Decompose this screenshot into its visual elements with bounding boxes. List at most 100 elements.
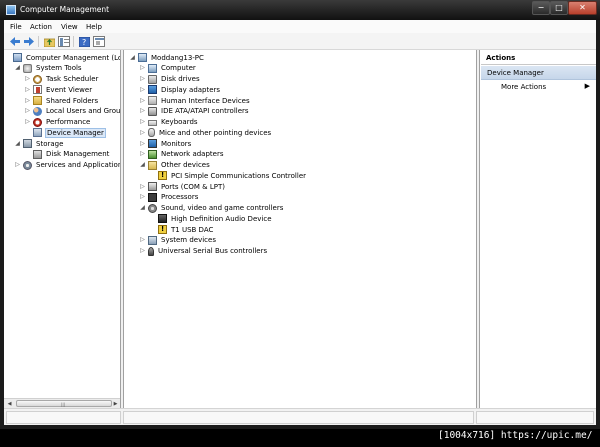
expand-arrow-icon[interactable]: ▷: [24, 96, 31, 106]
up-folder-icon[interactable]: [43, 36, 55, 47]
tree-item-label: Sound, video and game controllers: [161, 204, 284, 212]
scroll-left-arrow-icon[interactable]: ◀: [5, 400, 14, 408]
expand-arrow-icon[interactable]: ▷: [24, 74, 31, 84]
tree-item[interactable]: ◢ Other devices: [139, 160, 211, 171]
tree-item[interactable]: ▷ IDE ATA/ATAPI controllers: [139, 106, 250, 117]
tree-item[interactable]: ▷ Disk drives: [139, 74, 201, 85]
show-hide-tree-icon[interactable]: [58, 36, 70, 47]
more-actions-label: More Actions: [501, 83, 547, 91]
collapse-arrow-icon[interactable]: ◢: [14, 139, 21, 149]
tree-item[interactable]: Computer Management (Local: [4, 52, 120, 63]
tree-item[interactable]: ▷ Shared Folders: [24, 95, 99, 106]
tree-item[interactable]: ▷ Human Interface Devices: [139, 95, 251, 106]
title-bar[interactable]: Computer Management − □ ✕: [0, 0, 600, 20]
minimize-button[interactable]: −: [532, 1, 550, 15]
expand-arrow-icon[interactable]: ▷: [139, 139, 146, 149]
collapse-arrow-icon[interactable]: ◢: [139, 160, 146, 170]
maximize-button[interactable]: □: [550, 1, 568, 15]
tree-item-label: High Definition Audio Device: [171, 214, 272, 223]
computer-icon: [148, 63, 157, 73]
expand-arrow-icon[interactable]: ▷: [24, 106, 31, 116]
status-cell: [476, 411, 594, 424]
expand-arrow-icon[interactable]: ▷: [139, 106, 146, 116]
tree-item-label: Services and Applications: [36, 161, 121, 169]
expand-arrow-icon[interactable]: ▷: [139, 74, 146, 84]
tree-item[interactable]: Device Manager: [24, 127, 106, 138]
expand-arrow-icon[interactable]: ▷: [139, 128, 146, 138]
forward-arrow-icon[interactable]: [23, 36, 35, 47]
other-devices-icon: [148, 160, 157, 170]
collapse-arrow-icon[interactable]: ◢: [129, 53, 136, 63]
expand-arrow-icon[interactable]: ▷: [24, 85, 31, 95]
expand-arrow-icon[interactable]: ▷: [139, 85, 146, 95]
expand-arrow-icon[interactable]: ▷: [139, 96, 146, 106]
monitor-icon: [148, 139, 157, 148]
pane-splitter-left[interactable]: [121, 50, 124, 408]
tree-item[interactable]: ▷ Services and Applications: [14, 160, 121, 171]
tree-item[interactable]: ◢ Sound, video and game controllers: [139, 203, 284, 214]
help-icon[interactable]: ?: [78, 36, 90, 47]
menu-bar: File Action View Help: [4, 20, 596, 33]
actions-section-device-manager[interactable]: Device Manager: [481, 66, 596, 80]
tree-item[interactable]: ◢ System Tools: [14, 63, 83, 74]
expand-arrow-icon[interactable]: ▷: [139, 235, 146, 245]
tree-item[interactable]: ▷ Keyboards: [139, 117, 199, 128]
tree-item[interactable]: ▷ Network adapters: [139, 149, 225, 160]
expand-arrow-icon[interactable]: ▷: [139, 63, 146, 73]
scroll-thumb[interactable]: |||: [16, 400, 112, 407]
tree-item-label: System Tools: [36, 64, 82, 73]
tree-item[interactable]: ▷ System devices: [139, 235, 217, 246]
tree-item-label: Ports (COM & LPT): [161, 182, 225, 191]
menu-file[interactable]: File: [10, 23, 22, 31]
tree-item[interactable]: PCI Simple Communications Controller: [149, 170, 307, 181]
actions-header: Actions: [481, 50, 596, 65]
shared-folders-icon: [33, 96, 42, 105]
expand-arrow-icon[interactable]: ▷: [139, 117, 146, 127]
tree-item[interactable]: ▷ Universal Serial Bus controllers: [139, 246, 268, 257]
computer-management-icon: [6, 5, 16, 15]
tree-item[interactable]: ▷ Task Scheduler: [24, 74, 99, 85]
pane-splitter-right[interactable]: [477, 50, 480, 408]
collapse-arrow-icon[interactable]: ◢: [14, 63, 21, 73]
close-button[interactable]: ✕: [568, 1, 597, 15]
collapse-arrow-icon[interactable]: ◢: [139, 203, 146, 213]
back-arrow-icon[interactable]: [9, 36, 21, 47]
more-actions-item[interactable]: More Actions ▶: [481, 80, 596, 93]
warning-device-icon: [158, 225, 167, 234]
tree-item[interactable]: Disk Management: [24, 149, 110, 160]
horizontal-scrollbar[interactable]: ◀ ||| ▶: [4, 398, 120, 408]
tree-item-label: Monitors: [161, 139, 192, 148]
tree-item[interactable]: ▷ Performance: [24, 117, 91, 128]
tree-item[interactable]: T1 USB DAC: [149, 224, 214, 235]
tree-item[interactable]: ◢ Moddang13-PC: [129, 52, 205, 63]
tree-item[interactable]: High Definition Audio Device: [149, 213, 273, 224]
tree-item-label: Event Viewer: [46, 85, 93, 94]
tree-item[interactable]: ▷ Ports (COM & LPT): [139, 181, 226, 192]
expand-arrow-icon[interactable]: ▷: [14, 160, 21, 170]
expand-arrow-icon[interactable]: ▷: [139, 149, 146, 159]
menu-view[interactable]: View: [61, 23, 78, 31]
tree-item[interactable]: ▷ Computer: [139, 63, 197, 74]
expand-arrow-icon[interactable]: ▷: [139, 182, 146, 192]
usb-icon: [148, 246, 154, 256]
expand-arrow-icon[interactable]: ▷: [139, 246, 146, 256]
tree-item-label: Mice and other pointing devices: [159, 128, 272, 137]
tree-item[interactable]: ▷ Event Viewer: [24, 84, 93, 95]
tree-item[interactable]: ▷ Mice and other pointing devices: [139, 127, 272, 138]
menu-action[interactable]: Action: [30, 23, 52, 31]
expand-arrow-icon[interactable]: ▷: [139, 192, 146, 202]
properties-icon[interactable]: [93, 36, 105, 47]
keyboard-icon: [148, 120, 157, 126]
expand-arrow-icon[interactable]: ▷: [24, 117, 31, 127]
display-adapter-icon: [148, 85, 157, 95]
tree-item[interactable]: ◢ Storage: [14, 138, 64, 149]
menu-help[interactable]: Help: [86, 23, 102, 31]
tree-item[interactable]: ▷ Local Users and Groups: [24, 106, 120, 117]
scroll-right-arrow-icon[interactable]: ▶: [111, 400, 120, 408]
tree-item[interactable]: ▷ Display adapters: [139, 84, 221, 95]
tree-item[interactable]: ▷ Monitors: [139, 138, 192, 149]
tree-item[interactable]: ▷ Processors: [139, 192, 199, 203]
